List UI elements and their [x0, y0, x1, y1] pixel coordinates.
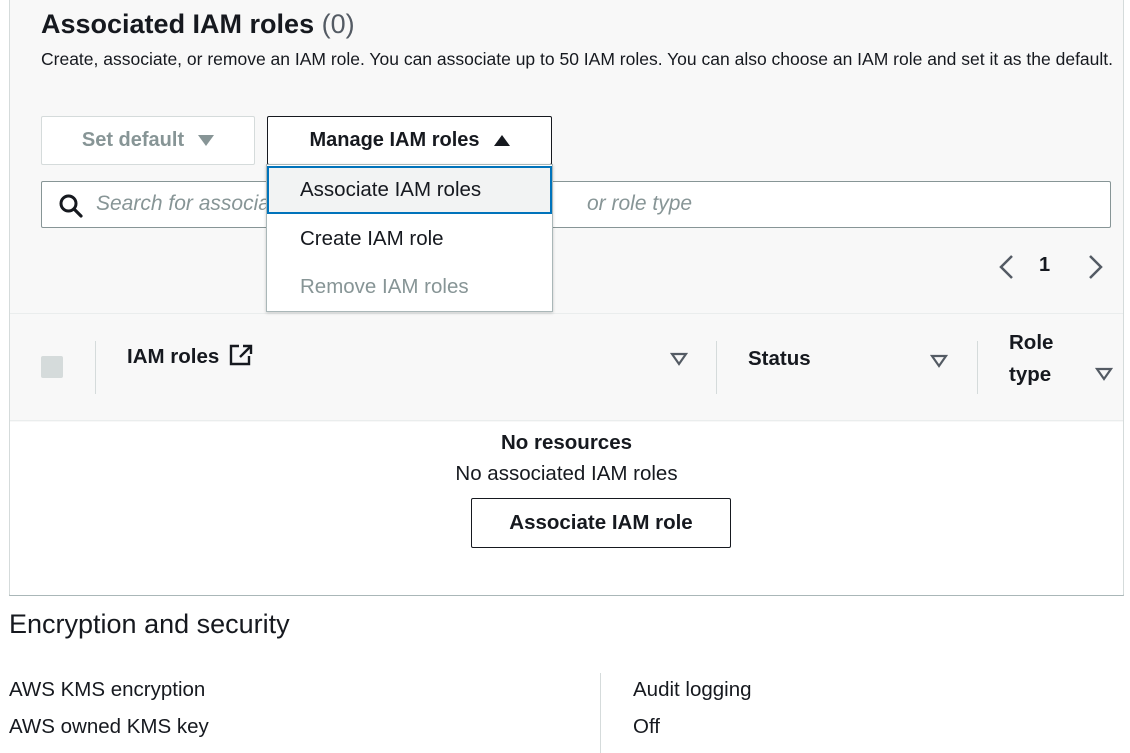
role-type-label-line1: Role [1009, 331, 1054, 354]
panel-title-text: Associated IAM roles [41, 9, 315, 39]
panel-title-count: (0) [321, 9, 355, 39]
audit-logging-value: Off [633, 715, 660, 738]
manage-iam-roles-label: Manage IAM roles [309, 129, 480, 151]
manage-iam-roles-button[interactable]: Manage IAM roles [267, 116, 552, 165]
manage-iam-roles-dropdown: Associate IAM roles Create IAM role Remo… [266, 164, 553, 312]
column-header-role-type[interactable]: Role type [1009, 327, 1053, 391]
search-placeholder: Search for associa [96, 192, 270, 215]
column-header-status[interactable]: Status [748, 343, 811, 375]
set-default-label: Set default [81, 129, 185, 151]
column-divider [95, 341, 96, 394]
sort-icon[interactable] [930, 354, 948, 368]
search-placeholder-tail: or role type [587, 192, 693, 215]
menu-item-remove-iam-roles: Remove IAM roles [300, 275, 469, 298]
external-link-icon [229, 344, 253, 366]
column-divider [977, 341, 978, 394]
chevron-right-icon[interactable] [1084, 253, 1106, 281]
column-divider [600, 673, 601, 753]
search-input[interactable]: Search for associa or role type [41, 181, 1111, 228]
empty-state-title: No resources [500, 431, 633, 454]
menu-item-associate-iam-roles[interactable]: Associate IAM roles [267, 166, 552, 214]
empty-state-subtitle: No associated IAM roles [455, 462, 678, 485]
associated-iam-roles-panel: Associated IAM roles (0) Create, associa… [9, 0, 1124, 596]
table-empty-state: No resources No associated IAM roles Ass… [10, 422, 1123, 595]
menu-item-create-iam-role[interactable]: Create IAM role [267, 215, 552, 263]
search-icon [59, 194, 83, 218]
associate-iam-role-button[interactable]: Associate IAM role [471, 498, 731, 548]
select-all-checkbox[interactable] [41, 356, 63, 378]
chevron-left-icon[interactable] [996, 253, 1018, 281]
panel-title: Associated IAM roles (0) [41, 9, 355, 40]
column-header-iam-roles[interactable]: IAM roles [127, 341, 253, 373]
set-default-button[interactable]: Set default [41, 116, 255, 165]
kms-encryption-label: AWS KMS encryption [9, 678, 206, 701]
sort-icon[interactable] [670, 352, 688, 366]
sort-icon[interactable] [1095, 367, 1113, 381]
caret-down-icon [198, 135, 215, 146]
encryption-section-title: Encryption and security [9, 609, 290, 639]
caret-up-icon [493, 135, 510, 146]
current-page-number[interactable]: 1 [1039, 254, 1050, 277]
panel-description: Create, associate, or remove an IAM role… [41, 49, 1114, 69]
audit-logging-label: Audit logging [633, 678, 752, 701]
column-divider [716, 341, 717, 394]
kms-encryption-value: AWS owned KMS key [9, 715, 209, 738]
column-iam-roles-label: IAM roles [127, 345, 220, 368]
table-header: IAM roles Status Role type [10, 313, 1123, 421]
role-type-label-line2: type [1009, 363, 1052, 386]
pagination: 1 [988, 251, 1123, 283]
